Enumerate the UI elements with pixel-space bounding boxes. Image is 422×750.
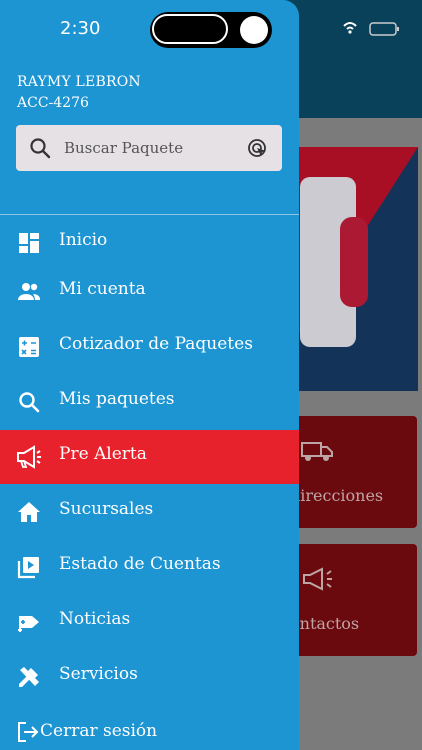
status-bar: 2:30	[0, 0, 422, 58]
user-account-number: ACC-4276	[17, 95, 89, 111]
menu-item-mis-paquetes[interactable]: Mis paquetes	[0, 375, 299, 429]
search-icon	[19, 392, 40, 413]
menu-item-estado-de-cuentas[interactable]: Estado de Cuentas	[0, 540, 299, 594]
logout-label: Cerrar sesión	[40, 721, 158, 741]
home-icon	[18, 502, 40, 522]
dashboard-icon	[19, 233, 39, 253]
menu-item-label: Servicios	[59, 664, 138, 684]
signal-battery-icons	[343, 22, 399, 36]
menu-item-label: Pre Alerta	[59, 444, 147, 464]
track-target-icon[interactable]	[246, 137, 270, 161]
menu-item-servicios[interactable]: Servicios	[0, 650, 299, 704]
menu-item-label: Cotizador de Paquetes	[59, 334, 253, 354]
news-tag-icon	[18, 616, 39, 632]
megaphone-icon	[17, 445, 41, 469]
logout-icon	[18, 722, 39, 742]
menu-item-label: Mis paquetes	[59, 389, 175, 409]
menu-item-noticias[interactable]: Noticias	[0, 595, 299, 649]
menu-item-inicio[interactable]: Inicio	[0, 216, 299, 270]
search-bar[interactable]	[16, 125, 282, 171]
menu-item-label: Mi cuenta	[59, 279, 146, 299]
navigation-drawer: RAYMY LEBRON ACC-4276 Inicio Mi	[0, 0, 299, 750]
menu-item-label: Noticias	[59, 609, 131, 629]
search-icon	[30, 138, 51, 159]
user-name: RAYMY LEBRON	[17, 74, 141, 90]
camera-icon	[240, 16, 268, 44]
calculator-icon	[19, 337, 39, 357]
menu-item-sucursales[interactable]: Sucursales	[0, 485, 299, 539]
tools-icon	[19, 667, 39, 687]
menu-item-mi-cuenta[interactable]: Mi cuenta	[0, 265, 299, 319]
divider	[0, 214, 299, 215]
dynamic-island	[150, 12, 272, 48]
menu-item-cotizador[interactable]: Cotizador de Paquetes	[0, 320, 299, 374]
status-time: 2:30	[60, 18, 101, 39]
menu-item-label: Sucursales	[59, 499, 154, 519]
menu-item-label: Estado de Cuentas	[59, 554, 221, 574]
search-input[interactable]	[62, 133, 241, 163]
island-pill	[152, 14, 228, 44]
video-library-icon	[17, 557, 39, 579]
menu-item-label: Inicio	[59, 230, 108, 250]
people-icon	[18, 283, 40, 300]
menu-item-pre-alerta[interactable]: Pre Alerta	[0, 430, 299, 484]
